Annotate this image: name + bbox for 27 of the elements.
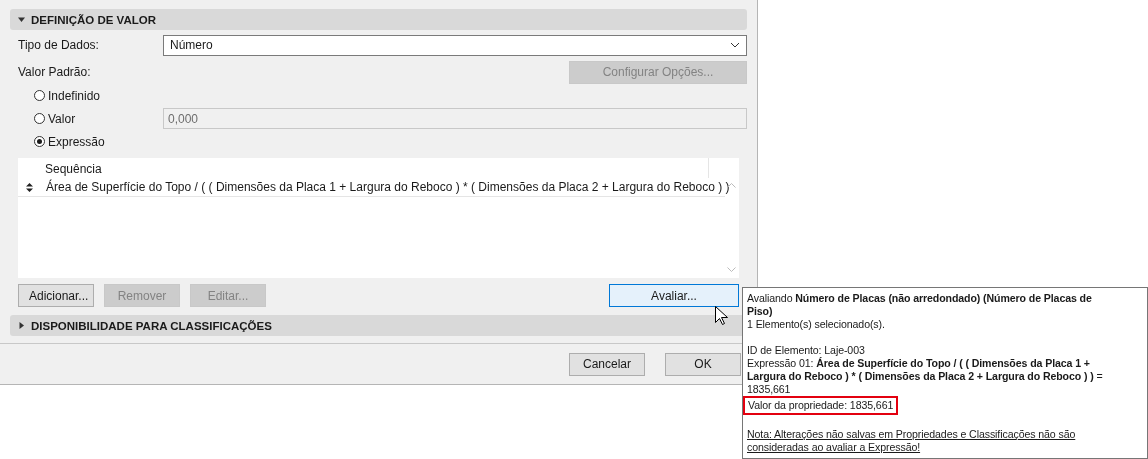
collapse-triangle-icon[interactable] — [18, 16, 25, 23]
table-action-button[interactable]: Adicionar... — [18, 284, 94, 307]
tooltip-text: Expressão 01: Área de Superfície do Topo / ( ( Dimensões da Placa 1 + Largura do Reboco ) * ( Dimensões da Placa 2 + Largura do Reboco ) ) = 1835,661 — [747, 357, 1103, 395]
field-label: Tipo de Dados: — [18, 38, 100, 52]
tooltip-text: Avaliando Número de Placas (não arredondado) (Número de Placas de Piso) — [747, 292, 1092, 317]
tooltip-text: 1 Elemento(s) selecionado(s). — [747, 318, 885, 330]
evaluate-button[interactable]: Avaliar... — [609, 284, 739, 307]
radio-button[interactable] — [34, 90, 45, 101]
radio-button[interactable] — [34, 113, 45, 124]
dialog-button[interactable]: OK — [665, 352, 741, 376]
radio-option[interactable]: Indefinido — [34, 88, 163, 103]
field-label: Valor Padrão: — [18, 65, 92, 79]
drag-handle-icon[interactable] — [26, 182, 33, 192]
radio-button[interactable] — [34, 136, 45, 147]
radio-option[interactable]: Expressão — [34, 134, 163, 149]
scroll-up-icon[interactable] — [727, 183, 736, 188]
note-text: Nota: Alterações não salvas em Propriedades e Classificações não são consideradas ao avaliar a Expressão! — [747, 428, 1077, 454]
chevron-down-icon — [730, 42, 740, 48]
mouse-cursor-icon — [715, 306, 728, 325]
tooltip-text: ID de Elemento: Laje-003 — [747, 344, 865, 356]
expand-triangle-icon[interactable] — [18, 322, 25, 329]
section-header[interactable]: DEFINIÇÃO DE VALOR — [10, 9, 747, 30]
column-header[interactable]: Sequência — [18, 158, 709, 178]
property-value: Valor da propriedade: 1835,661 — [743, 396, 899, 415]
radio-option[interactable]: Valor — [34, 111, 163, 126]
data-type-dropdown[interactable]: Número — [163, 34, 747, 56]
dialog-button[interactable]: Cancelar — [569, 352, 645, 376]
